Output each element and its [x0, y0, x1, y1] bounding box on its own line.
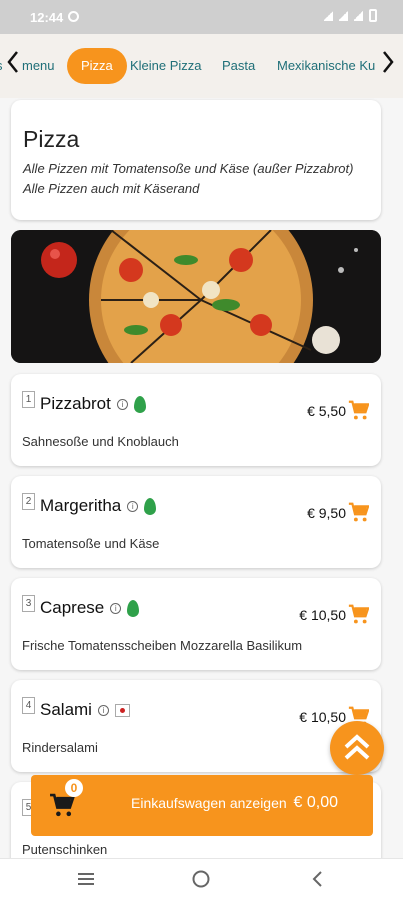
pizza-banner-image [11, 230, 381, 363]
wifi-icon [339, 10, 348, 21]
view-cart-button[interactable]: 0 Einkaufswagen anzeigen € 0,00 [31, 775, 373, 836]
item-name-row: Caprese i [40, 598, 140, 618]
item-name: Caprese [40, 598, 105, 617]
item-name: Salami [40, 700, 92, 719]
item-price: € 5,50 [307, 403, 346, 419]
tab-prev-category[interactable]: s [0, 48, 3, 84]
vegetarian-leaf-icon [133, 396, 146, 414]
system-nav-bar [0, 858, 403, 900]
tab-mexikanische-kueche[interactable]: Mexikanische Ku [277, 48, 375, 84]
back-icon[interactable] [308, 869, 328, 889]
sync-icon [68, 11, 79, 22]
info-icon[interactable]: i [127, 501, 139, 513]
item-price: € 10,50 [299, 607, 346, 623]
info-icon[interactable]: i [97, 705, 109, 717]
menu-item-margeritha[interactable]: 2 Margeritha i € 9,50 Tomatensoße und Käs… [11, 476, 381, 568]
add-to-cart-icon[interactable] [348, 400, 369, 421]
info-icon[interactable]: i [116, 399, 128, 411]
menu-item-pizzabrot[interactable]: 1 Pizzabrot i € 5,50 Sahnesoße und Knobla… [11, 374, 381, 466]
chevron-left-icon[interactable] [6, 50, 20, 81]
add-to-cart-icon[interactable] [348, 502, 369, 523]
status-time: 12:44 [30, 10, 64, 25]
status-icons [324, 9, 377, 22]
section-title: Pizza [23, 126, 80, 152]
add-to-cart-icon[interactable] [348, 604, 369, 625]
tab-menu[interactable]: menu [22, 48, 55, 84]
item-description: Sahnesoße und Knoblauch [22, 434, 179, 449]
menu-item-salami[interactable]: 4 Salami i € 10,50 Rindersalami [11, 680, 381, 772]
status-bar: 12:44 [0, 0, 403, 34]
item-number: 2 [22, 493, 35, 510]
signal-strength-icon [354, 10, 363, 21]
item-number: 3 [22, 595, 35, 612]
battery-icon [369, 9, 377, 22]
double-chevron-up-icon [344, 734, 370, 760]
item-description: Frische Tomatensscheiben Mozzarella Basi… [22, 638, 303, 653]
item-price: € 9,50 [307, 505, 346, 521]
info-icon[interactable]: i [110, 603, 122, 615]
item-number: 1 [22, 391, 35, 408]
cart-total: € 0,00 [293, 794, 338, 811]
item-number: 4 [22, 697, 35, 714]
item-name-row: Pizzabrot i [40, 394, 146, 414]
item-name: Pizzabrot [40, 394, 111, 413]
tab-kleine-pizza[interactable]: Kleine Pizza [130, 48, 202, 84]
category-tabs: s menu Pizza Kleine Pizza Pasta Mexikani… [0, 48, 380, 84]
tab-pizza[interactable]: Pizza [67, 48, 127, 84]
section-description: Alle Pizzen mit Tomatensoße und Käse (au… [23, 161, 354, 196]
menu-item-caprese[interactable]: 3 Caprese i € 10,50 Frische Tomatensschei… [11, 578, 381, 670]
item-name-row: Margeritha i [40, 496, 157, 516]
item-description: Rindersalami [22, 740, 98, 755]
signal-icon [324, 10, 333, 21]
item-name: Margeritha [40, 496, 122, 515]
recent-apps-icon[interactable] [76, 869, 96, 889]
chevron-right-icon[interactable] [381, 50, 395, 81]
category-bar: s menu Pizza Kleine Pizza Pasta Mexikani… [0, 34, 403, 98]
cart-count-badge: 0 [65, 779, 83, 797]
item-description: Putenschinken [22, 842, 108, 857]
item-name-row: Salami i [40, 700, 130, 720]
section-header-card: Pizza Alle Pizzen mit Tomatensoße und Kä… [11, 100, 381, 220]
home-icon[interactable] [191, 869, 211, 889]
tab-pasta[interactable]: Pasta [222, 48, 255, 84]
cart-label: Einkaufswagen anzeigen [131, 795, 287, 811]
scroll-to-top-button[interactable] [330, 721, 384, 775]
item-description: Tomatensoße und Käse [22, 536, 160, 551]
flag-icon [114, 704, 130, 718]
vegetarian-leaf-icon [127, 600, 140, 618]
vegetarian-leaf-icon [144, 498, 157, 516]
